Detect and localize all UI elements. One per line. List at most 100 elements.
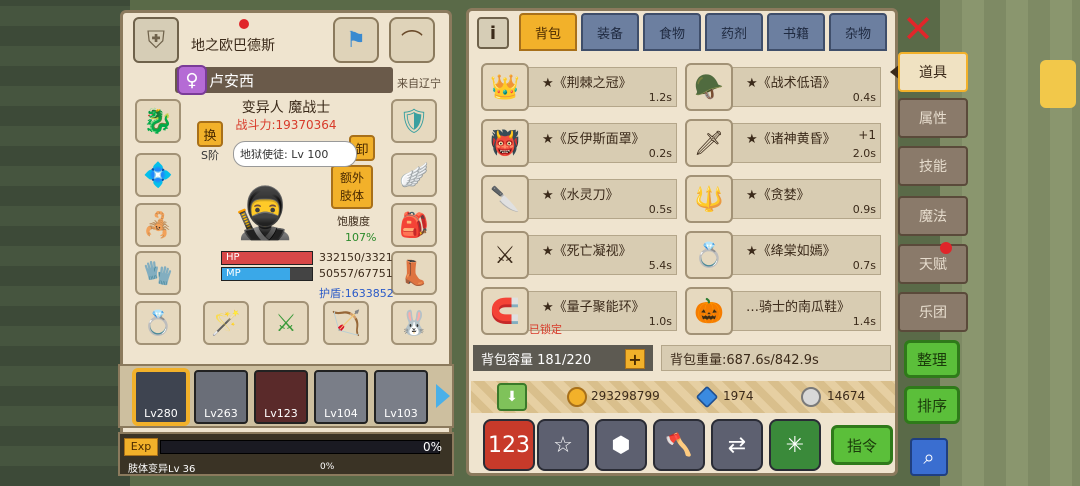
crystal-icon[interactable]: ✳ <box>769 419 821 471</box>
hero-card[interactable]: Lv104 <box>314 370 368 424</box>
search-icon[interactable]: ⌕ <box>910 438 948 476</box>
item-info-bar[interactable]: ★《绛棠如嫣》 0.7s <box>731 235 881 275</box>
hero-card[interactable]: Lv123 <box>254 370 308 424</box>
item-name: …骑士的南瓜鞋》 <box>746 300 851 315</box>
guild-name: 地之欧巴德斯 <box>191 38 275 54</box>
hero-card[interactable]: Lv280 <box>134 370 188 424</box>
swap-button[interactable]: 换 <box>197 121 223 147</box>
combat-power-value: 19370364 <box>275 118 337 132</box>
item-info-bar[interactable]: ★《死亡凝视》 5.4s <box>527 235 677 275</box>
gauntlet-slot[interactable]: 🧤 <box>135 251 181 295</box>
inventory-item[interactable]: ★《荆棘之冠》 1.2s 👑 <box>481 63 677 113</box>
hero-card[interactable]: Lv103 <box>374 370 428 424</box>
tactical-helmet-icon[interactable]: 🪖 <box>685 63 733 111</box>
death-gaze-icon[interactable]: ⚔ <box>481 231 529 279</box>
item-name: ★《反伊斯面罩》 <box>542 132 645 147</box>
tab-equipment[interactable]: 装备 <box>581 13 639 51</box>
hero-strip: Lv280 Lv263 Lv123 Lv104 Lv103 <box>118 364 454 428</box>
expand-capacity-button[interactable]: + <box>625 349 645 369</box>
demon-mask-icon[interactable]: 👹 <box>481 119 529 167</box>
weapon-slot[interactable]: ⚔ <box>263 301 309 345</box>
extra-limb-button[interactable]: 额外 肢体 <box>331 165 373 209</box>
inventory-item[interactable]: ★《水灵刀》 0.5s 🔪 <box>481 175 677 225</box>
bow-slot[interactable]: 🏹 <box>323 301 369 345</box>
side-tab-band[interactable]: 乐团 <box>898 292 968 332</box>
item-name: ★《战术低语》 <box>746 76 836 91</box>
quantum-ring-icon[interactable]: 🧲 <box>481 287 529 335</box>
accessory-slot[interactable]: 🐰 <box>391 301 437 345</box>
inventory-item[interactable]: ★《绛棠如嫣》 0.7s 💍 <box>685 231 881 281</box>
armor-slot[interactable]: 🦂 <box>135 203 181 247</box>
item-weight: 5.4s <box>648 259 672 272</box>
diamond-amount: 1974 <box>723 389 754 403</box>
helmet-slot[interactable]: 🐉 <box>135 99 181 143</box>
command-button[interactable]: 指令 <box>831 425 893 465</box>
boots-slot[interactable]: 👢 <box>391 251 437 295</box>
inventory-item[interactable]: ★《死亡凝视》 5.4s ⚔ <box>481 231 677 281</box>
item-info-bar[interactable]: ★《战术低语》 0.4s <box>731 67 881 107</box>
weapon-axe-icon[interactable]: 🪓 <box>653 419 705 471</box>
exp-area: Exp 0% 肢体变异Lv 36 0% <box>118 432 454 476</box>
side-tab-talent[interactable]: 天赋 <box>898 244 968 284</box>
info-icon[interactable]: i <box>477 17 509 49</box>
ring-icon[interactable]: 💍 <box>685 231 733 279</box>
item-info-bar[interactable]: ★《水灵刀》 0.5s <box>527 179 677 219</box>
greed-spear-icon[interactable]: 🔱 <box>685 175 733 223</box>
cape-slot[interactable]: 🪽 <box>391 153 437 197</box>
purple-sword-icon[interactable]: 🗡 <box>685 119 733 167</box>
water-blade-icon[interactable]: 🔪 <box>481 175 529 223</box>
inventory-item[interactable]: ★《贪婪》 0.9s 🔱 <box>685 175 881 225</box>
item-info-bar[interactable]: ★《荆棘之冠》 1.2s <box>527 67 677 107</box>
download-icon[interactable]: ⬇ <box>497 383 527 411</box>
numbered-sort-icon[interactable]: 123 <box>483 419 535 471</box>
staff-slot[interactable]: 🪄 <box>203 301 249 345</box>
ring-slot[interactable]: 💍 <box>135 301 181 345</box>
wardrobe-hanger-icon[interactable]: ⌒ <box>389 17 435 63</box>
thorn-crown-icon[interactable]: 👑 <box>481 63 529 111</box>
inventory-item[interactable]: ★《战术低语》 0.4s 🪖 <box>685 63 881 113</box>
tab-backpack[interactable]: 背包 <box>519 13 577 51</box>
exp-label: Exp <box>124 438 158 456</box>
hero-sprite: 🥷 <box>232 183 296 242</box>
side-tab-items[interactable]: 道具 <box>898 52 968 92</box>
inventory-item[interactable]: …骑士的南瓜鞋》 1.4s 🎃 <box>685 287 881 337</box>
side-tab-magic[interactable]: 魔法 <box>898 196 968 236</box>
hexagon-slot-icon[interactable]: ⬢ <box>595 419 647 471</box>
belt-slot[interactable]: 🎒 <box>391 203 437 247</box>
necklace-slot[interactable]: 💠 <box>135 153 181 197</box>
teleport-icon[interactable]: ⚑ <box>333 17 379 63</box>
tab-misc[interactable]: 杂物 <box>829 13 887 51</box>
locked-label: 已锁定 <box>529 323 562 336</box>
inventory-item[interactable]: ★《诸神黄昏》 +1 2.0s 🗡 <box>685 119 881 169</box>
pumpkin-shoes-icon[interactable]: 🎃 <box>685 287 733 335</box>
favorite-star-icon[interactable]: ☆ <box>537 419 589 471</box>
item-info-bar[interactable]: ★《反伊斯面罩》 0.2s <box>527 123 677 163</box>
tab-books[interactable]: 书籍 <box>767 13 825 51</box>
swap-arrows-icon[interactable]: ⇄ <box>711 419 763 471</box>
inventory-item[interactable]: ★《反伊斯面罩》 0.2s 👹 <box>481 119 677 169</box>
item-info-bar[interactable]: ★《诸神黄昏》 +1 2.0s <box>731 123 881 163</box>
side-tab-attributes[interactable]: 属性 <box>898 98 968 138</box>
side-tab-skills[interactable]: 技能 <box>898 146 968 186</box>
tab-food[interactable]: 食物 <box>643 13 701 51</box>
guild-crest-icon[interactable]: ⛨ <box>133 17 179 63</box>
combat-power-label: 战斗力: <box>235 118 276 132</box>
item-info-bar[interactable]: …骑士的南瓜鞋》 1.4s <box>731 291 881 331</box>
item-name: ★《绛棠如嫣》 <box>746 244 836 259</box>
item-info-bar[interactable]: ★《贪婪》 0.9s <box>731 179 881 219</box>
organize-button[interactable]: 整理 <box>904 340 960 378</box>
limb-mutation-percent: 0% <box>320 462 335 472</box>
item-weight: 2.0s <box>852 147 876 160</box>
close-icon[interactable]: ✕ <box>900 10 936 48</box>
limb-mutation-label: 肢体变异Lv 36 <box>128 464 196 475</box>
scroll-right-arrow-icon[interactable] <box>436 384 450 408</box>
item-weight: 0.5s <box>648 203 672 216</box>
inventory-item[interactable]: ★《量子聚能环》 1.0s 🧲 <box>481 287 677 337</box>
mp-value: 50557/67751 <box>319 267 393 280</box>
item-name: ★《荆棘之冠》 <box>542 76 632 91</box>
npc-sprite <box>1040 60 1076 108</box>
shield-slot[interactable]: 🛡 <box>391 99 437 143</box>
hero-card[interactable]: Lv263 <box>194 370 248 424</box>
sort-button[interactable]: 排序 <box>904 386 960 424</box>
tab-potion[interactable]: 药剂 <box>705 13 763 51</box>
